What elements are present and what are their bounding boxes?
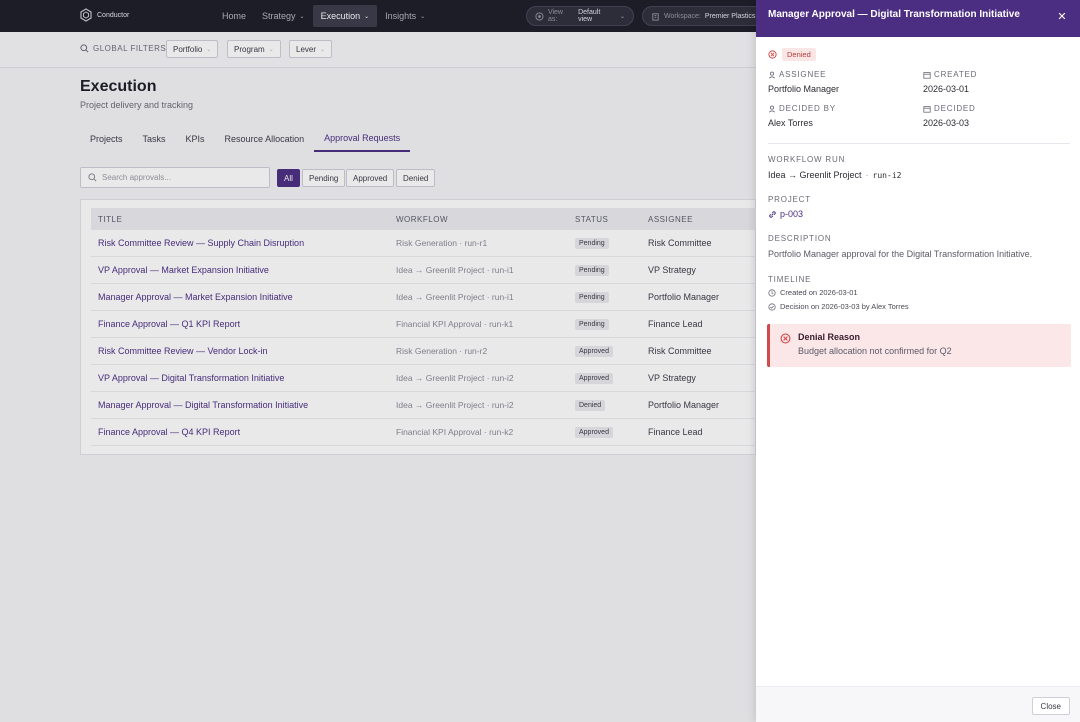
workflow-run-label: WORKFLOW RUN: [768, 155, 846, 164]
check-circle-icon: [768, 302, 776, 311]
decided-by-value: Alex Torres: [768, 118, 813, 128]
user-icon: [768, 105, 776, 112]
denial-reason-title: Denial Reason: [798, 332, 861, 342]
project-link[interactable]: p-003: [768, 209, 803, 219]
description-value: Portfolio Manager approval for the Digit…: [768, 249, 1033, 259]
project-id: p-003: [780, 209, 804, 219]
user-icon: [768, 71, 776, 78]
workflow-separator: ·: [865, 170, 869, 180]
drawer-header: Manager Approval — Digital Transformatio…: [756, 0, 1080, 37]
decided-label-text: DECIDED: [934, 104, 976, 113]
denial-reason-text: Budget allocation not confirmed for Q2: [798, 346, 952, 356]
timeline-decision-text: Decision on 2026-03-03 by Alex Torres: [780, 302, 909, 311]
divider: [768, 143, 1070, 144]
assignee-value: Portfolio Manager: [768, 84, 840, 94]
clock-icon: [768, 288, 776, 297]
assignee-label-text: ASSIGNEE: [779, 70, 827, 79]
drawer-footer: Close: [756, 686, 1080, 722]
drawer-title: Manager Approval — Digital Transformatio…: [768, 9, 1020, 20]
created-label: CREATED: [923, 70, 977, 79]
status-badge: Denied: [782, 48, 816, 61]
description-label: DESCRIPTION: [768, 234, 832, 243]
assignee-label: ASSIGNEE: [768, 70, 826, 79]
x-circle-icon: [780, 333, 791, 344]
created-value: 2026-03-01: [923, 84, 970, 94]
timeline-item-decision: Decision on 2026-03-03 by Alex Torres: [768, 302, 909, 311]
timeline-created-text: Created on 2026-03-01: [780, 288, 858, 297]
timeline-item-created: Created on 2026-03-01: [768, 288, 858, 297]
workflow-run-value: Idea → Greenlit Project · run-i2: [768, 170, 901, 180]
denial-reason-alert: Denial Reason Budget allocation not conf…: [767, 324, 1071, 367]
workflow-name: Idea → Greenlit Project: [768, 170, 862, 180]
decided-label: DECIDED: [923, 104, 976, 113]
created-label-text: CREATED: [934, 70, 978, 79]
drawer-status: Denied: [768, 48, 816, 61]
calendar-icon: [923, 105, 931, 113]
close-icon[interactable]: ✕: [1056, 11, 1068, 23]
project-label: PROJECT: [768, 195, 811, 204]
calendar-icon: [923, 71, 931, 79]
decided-by-label: DECIDED BY: [768, 104, 836, 113]
approval-detail-drawer: Manager Approval — Digital Transformatio…: [756, 0, 1080, 722]
timeline-label: TIMELINE: [768, 275, 812, 284]
decided-value: 2026-03-03: [923, 118, 970, 128]
link-icon: [769, 210, 776, 218]
x-circle-icon: [768, 50, 777, 59]
decided-by-label-text: DECIDED BY: [779, 104, 836, 113]
close-button[interactable]: Close: [1031, 697, 1070, 715]
workflow-run-id: run-i2: [872, 170, 902, 180]
